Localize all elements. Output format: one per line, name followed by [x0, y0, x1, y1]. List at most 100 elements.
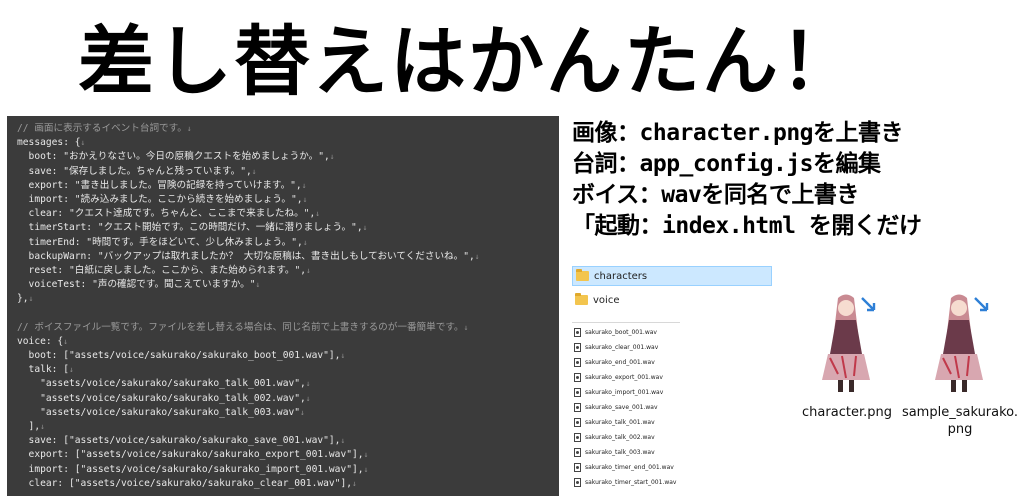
- code-line: timerEnd: "時間です。手をほどいて、少し休みましょう。",↓: [17, 236, 553, 250]
- file-name: sakurako_timer_start_001.wav: [585, 479, 677, 486]
- code-text: export: ["assets/voice/sakurako/sakurako…: [17, 449, 364, 461]
- wav-file-item[interactable]: sakurako_talk_003.wav: [572, 446, 732, 459]
- code-text: clear: "クエスト達成です。ちゃんと、ここまで来ましたね。",: [17, 208, 316, 220]
- code-line: import: "読み込みました。ここから続きを始めましょう。",↓: [17, 193, 553, 207]
- code-line: },↓: [17, 292, 553, 306]
- note-line: ボイス：wavを同名で上書き: [572, 182, 859, 208]
- line-break-mark: ↓: [63, 336, 69, 346]
- code-text: boot: ["assets/voice/sakurako/sakurako_b…: [17, 350, 341, 361]
- code-line: timerStart: "クエスト開始です。この時間だけ、一緒に潜りましょう。"…: [17, 221, 553, 235]
- code-line: boot: ["assets/voice/sakurako/sakurako_b…: [17, 349, 553, 363]
- note-line: 「起動：index.html を開くだけ: [572, 213, 922, 239]
- code-line: voiceTest: "声の確認です。聞こえていますか。"↓: [17, 278, 553, 292]
- code-line: messages: {↓: [17, 136, 553, 150]
- line-break-mark: ↓: [315, 209, 321, 219]
- file-name: sakurako_talk_001.wav: [585, 419, 655, 426]
- line-break-mark: ↓: [305, 379, 311, 389]
- sample-sakurako-thumbnail[interactable]: [925, 292, 995, 400]
- audio-file-icon: [574, 388, 581, 397]
- code-comment-line: // 画面に表示するイベント台詞です。↓: [17, 122, 553, 136]
- audio-file-icon: [574, 463, 581, 472]
- headline: 差し替えはかんたん！: [78, 17, 858, 106]
- code-text: talk: [: [17, 364, 69, 376]
- code-editor[interactable]: // 画面に表示するイベント台詞です。↓ messages: {↓ boot: "…: [7, 116, 559, 496]
- audio-file-icon: [574, 418, 581, 427]
- code-line: voice: {↓: [17, 335, 553, 349]
- folder-label: voice: [593, 294, 620, 306]
- character-thumbnail[interactable]: [812, 292, 882, 400]
- code-line: import: ["assets/voice/sakurako/sakurako…: [17, 463, 553, 477]
- divider: [572, 322, 680, 323]
- file-name: sakurako_import_001.wav: [585, 389, 664, 396]
- line-break-mark: ↓: [340, 436, 346, 446]
- wav-file-item[interactable]: sakurako_timer_start_001.wav: [572, 476, 732, 489]
- code-line: backupWarn: "バックアップは取れましたか？ 大切な原稿は、書き出しも…: [17, 250, 553, 264]
- code-line: export: "書き出しました。冒険の記録を持っていけます。",↓: [17, 179, 553, 193]
- audio-file-icon: [574, 343, 581, 352]
- audio-file-icon: [574, 478, 581, 487]
- file-name: sakurako_timer_end_001.wav: [585, 464, 674, 471]
- note-line: 台詞：app_config.jsを編集: [572, 151, 881, 177]
- line-break-mark: ↓: [363, 450, 369, 460]
- code-text: import: "読み込みました。ここから続きを始めましょう。",: [17, 193, 303, 205]
- code-comment-line: // ボイスファイル一覧です。ファイルを差し替える場合は、同じ名前で上書きするの…: [17, 321, 553, 335]
- wav-file-item[interactable]: sakurako_save_001.wav: [572, 401, 732, 414]
- line-break-mark: ↓: [306, 265, 311, 275]
- line-break-mark: ↓: [28, 294, 34, 304]
- line-break-mark: ↓: [352, 478, 357, 488]
- audio-file-icon: [574, 373, 581, 382]
- line-break-mark: ↓: [68, 365, 74, 375]
- wav-file-item[interactable]: sakurako_timer_end_001.wav: [572, 461, 732, 474]
- line-break-mark: ↓: [300, 407, 305, 417]
- code-text: voiceTest: "声の確認です。聞こえていますか。": [17, 279, 256, 291]
- note-line: 画像：character.pngを上書き: [572, 120, 904, 146]
- code-text: save: "保存しました。ちゃんと残っています。",: [17, 165, 252, 177]
- wav-file-item[interactable]: sakurako_end_001.wav: [572, 356, 732, 369]
- code-line: clear: ["assets/voice/sakurako/sakurako_…: [17, 477, 553, 491]
- wav-file-item[interactable]: sakurako_clear_001.wav: [572, 341, 732, 354]
- wav-file-item[interactable]: sakurako_talk_002.wav: [572, 431, 732, 444]
- line-break-mark: ↓: [363, 464, 369, 474]
- audio-file-icon: [574, 403, 581, 412]
- instruction-notes: 画像：character.pngを上書き 台詞：app_config.jsを編集ボ…: [572, 118, 1020, 242]
- file-name: sakurako_boot_001.wav: [585, 329, 657, 336]
- code-text: reset: "白紙に戻しました。ここから、また始められます。",: [17, 264, 307, 276]
- folder-voice[interactable]: voice: [572, 290, 772, 310]
- code-line: talk: [↓: [17, 363, 553, 377]
- line-break-mark: ↓: [362, 223, 368, 233]
- code-line: clear: "クエスト達成です。ちゃんと、ここまで来ましたね。",↓: [17, 207, 553, 221]
- line-break-mark: ↓: [474, 251, 480, 261]
- code-text: import: ["assets/voice/sakurako/sakurako…: [17, 463, 364, 475]
- wav-file-item[interactable]: sakurako_boot_001.wav: [572, 326, 732, 339]
- code-line: ],↓: [17, 420, 553, 434]
- line-break-mark: ↓: [251, 166, 257, 176]
- folder-label: characters: [594, 270, 648, 282]
- line-break-mark: ↓: [186, 124, 192, 133]
- character-caption: character.png: [802, 405, 892, 420]
- code-text: timerEnd: "時間です。手をほどいて、少し休みましょう。",: [17, 236, 303, 248]
- code-text: save: ["assets/voice/sakurako/sakurako_s…: [17, 435, 341, 447]
- wav-file-item[interactable]: sakurako_export_001.wav: [572, 371, 732, 384]
- code-text: "assets/voice/sakurako/sakurako_talk_002…: [17, 392, 306, 404]
- audio-file-icon: [574, 448, 581, 457]
- code-text: timerStart: "クエスト開始です。この時間だけ、一緒に潜りましょう。"…: [17, 222, 363, 234]
- file-name: sakurako_end_001.wav: [585, 359, 655, 366]
- file-name: sakurako_talk_003.wav: [585, 449, 655, 456]
- code-text: },: [17, 293, 29, 305]
- code-text: "assets/voice/sakurako/sakurako_talk_003…: [17, 406, 301, 418]
- audio-file-icon: [574, 433, 581, 442]
- folder-characters[interactable]: characters: [572, 266, 772, 286]
- folder-icon: [575, 293, 588, 305]
- file-name: sakurako_export_001.wav: [585, 374, 663, 381]
- code-line: "assets/voice/sakurako/sakurako_talk_001…: [17, 377, 553, 391]
- code-line: save: "保存しました。ちゃんと残っています。",↓: [17, 165, 553, 179]
- wav-file-item[interactable]: sakurako_import_001.wav: [572, 386, 732, 399]
- line-break-mark: ↓: [302, 194, 308, 204]
- code-line: export: ["assets/voice/sakurako/sakurako…: [17, 448, 553, 462]
- code-text: messages: {: [17, 137, 81, 149]
- line-break-mark: ↓: [80, 138, 86, 148]
- line-break-mark: ↓: [329, 152, 335, 162]
- code-line: save: ["assets/voice/sakurako/sakurako_s…: [17, 434, 553, 448]
- wav-file-item[interactable]: sakurako_talk_001.wav: [572, 416, 732, 429]
